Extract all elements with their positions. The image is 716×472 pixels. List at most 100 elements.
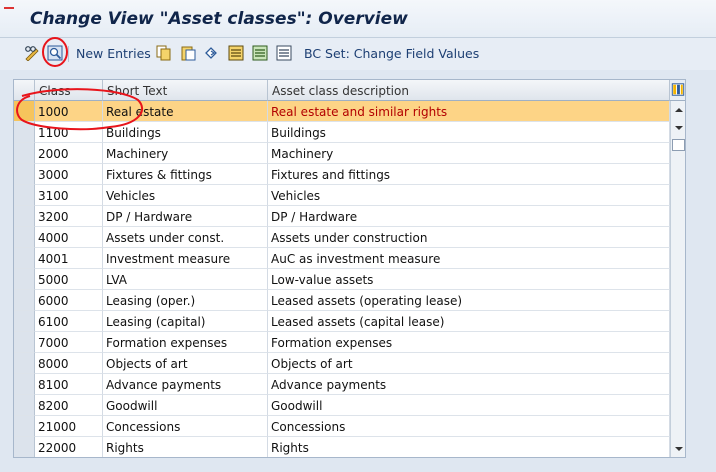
cell-class[interactable]: 22000 xyxy=(35,437,103,457)
table-row[interactable]: 6100 Leasing (capital) Leased assets (capi… xyxy=(14,311,670,332)
table-row[interactable]: 3100 Vehicles Vehicles xyxy=(14,185,670,206)
row-selector[interactable] xyxy=(14,395,35,416)
cell-short-text[interactable]: Advance payments xyxy=(103,374,268,395)
display-change-icon[interactable] xyxy=(24,45,40,61)
cell-class[interactable]: 1000 xyxy=(35,101,103,122)
paste-icon[interactable] xyxy=(180,45,196,61)
header-class[interactable]: Class xyxy=(35,80,103,101)
table-row[interactable]: 8000 Objects of art Objects of art xyxy=(14,353,670,374)
cell-class[interactable]: 4000 xyxy=(35,227,103,248)
cell-description[interactable]: Formation expenses xyxy=(268,332,670,353)
header-description[interactable]: Asset class description xyxy=(268,80,670,101)
row-selector[interactable] xyxy=(14,185,35,206)
cell-class[interactable]: 21000 xyxy=(35,416,103,437)
cell-description[interactable]: Fixtures and fittings xyxy=(268,164,670,185)
cell-class[interactable]: 8100 xyxy=(35,374,103,395)
scroll-bottom-down-icon[interactable] xyxy=(674,444,684,454)
cell-short-text[interactable]: Fixtures & fittings xyxy=(103,164,268,185)
header-short-text[interactable]: Short Text xyxy=(103,80,268,101)
table-row[interactable]: 2000 Machinery Machinery xyxy=(14,143,670,164)
cell-description[interactable]: Leased assets (capital lease) xyxy=(268,311,670,332)
cell-description[interactable]: Goodwill xyxy=(268,395,670,416)
cell-class[interactable]: 3100 xyxy=(35,185,103,206)
table-row[interactable]: 4001 Investment measure AuC as investment … xyxy=(14,248,670,269)
cell-short-text[interactable]: Buildings xyxy=(103,122,268,143)
cell-short-text[interactable]: Rights xyxy=(103,437,268,457)
cell-short-text[interactable]: Concessions xyxy=(103,416,268,437)
table-row[interactable]: 3000 Fixtures & fittings Fixtures and fitt… xyxy=(14,164,670,185)
table-row[interactable]: 8100 Advance payments Advance payments xyxy=(14,374,670,395)
table-row[interactable]: 7000 Formation expenses Formation expenses xyxy=(14,332,670,353)
cell-description[interactable]: Advance payments xyxy=(268,374,670,395)
cell-class[interactable]: 7000 xyxy=(35,332,103,353)
cell-class[interactable]: 3000 xyxy=(35,164,103,185)
scroll-thumb[interactable] xyxy=(672,139,685,151)
cell-short-text[interactable]: Machinery xyxy=(103,143,268,164)
bc-set-button[interactable]: BC Set: Change Field Values xyxy=(304,46,479,61)
cell-description[interactable]: Vehicles xyxy=(268,185,670,206)
table-row[interactable]: 1100 Buildings Buildings xyxy=(14,122,670,143)
cell-class[interactable]: 6100 xyxy=(35,311,103,332)
row-selector[interactable] xyxy=(14,269,35,290)
select-all-icon[interactable] xyxy=(228,45,244,61)
row-selector[interactable] xyxy=(14,437,35,457)
cell-description[interactable]: Machinery xyxy=(268,143,670,164)
cell-class[interactable]: 6000 xyxy=(35,290,103,311)
cell-class[interactable]: 3200 xyxy=(35,206,103,227)
deselect-all-icon[interactable] xyxy=(276,45,292,61)
cell-class[interactable]: 4001 xyxy=(35,248,103,269)
cell-short-text[interactable]: Leasing (oper.) xyxy=(103,290,268,311)
cell-short-text[interactable]: Investment measure xyxy=(103,248,268,269)
table-row[interactable]: 22000 Rights Rights xyxy=(14,437,670,457)
cell-description[interactable]: AuC as investment measure xyxy=(268,248,670,269)
row-selector[interactable] xyxy=(14,416,35,437)
cell-description[interactable]: DP / Hardware xyxy=(268,206,670,227)
copy-icon[interactable] xyxy=(156,45,172,61)
table-row[interactable]: 3200 DP / Hardware DP / Hardware xyxy=(14,206,670,227)
cell-class[interactable]: 1100 xyxy=(35,122,103,143)
row-selector[interactable] xyxy=(14,227,35,248)
select-block-icon[interactable] xyxy=(252,45,268,61)
row-selector[interactable] xyxy=(14,374,35,395)
details-icon[interactable] xyxy=(47,45,63,61)
cell-class[interactable]: 8000 xyxy=(35,353,103,374)
vertical-scrollbar[interactable] xyxy=(670,101,685,457)
row-selector[interactable] xyxy=(14,143,35,164)
cell-description[interactable]: Concessions xyxy=(268,416,670,437)
scroll-down-icon[interactable] xyxy=(674,123,684,133)
table-row[interactable]: 4000 Assets under const. Assets under cons… xyxy=(14,227,670,248)
cell-short-text[interactable]: LVA xyxy=(103,269,268,290)
cell-short-text[interactable]: Objects of art xyxy=(103,353,268,374)
table-row[interactable]: 1000 Real estate Real estate and similar r… xyxy=(14,101,670,122)
row-selector[interactable] xyxy=(14,206,35,227)
row-selector[interactable] xyxy=(14,353,35,374)
cell-description[interactable]: Buildings xyxy=(268,122,670,143)
cell-short-text[interactable]: Real estate xyxy=(103,101,268,122)
cell-class[interactable]: 8200 xyxy=(35,395,103,416)
table-row[interactable]: 5000 LVA Low-value assets xyxy=(14,269,670,290)
cell-description[interactable]: Rights xyxy=(268,437,670,457)
scroll-up-icon[interactable] xyxy=(674,105,684,115)
new-entries-button[interactable]: New Entries xyxy=(76,46,151,61)
cell-description[interactable]: Low-value assets xyxy=(268,269,670,290)
cell-short-text[interactable]: Vehicles xyxy=(103,185,268,206)
row-selector[interactable] xyxy=(14,311,35,332)
cell-description[interactable]: Assets under construction xyxy=(268,227,670,248)
cell-description[interactable]: Leased assets (operating lease) xyxy=(268,290,670,311)
table-row[interactable]: 8200 Goodwill Goodwill xyxy=(14,395,670,416)
row-selector[interactable] xyxy=(14,164,35,185)
cell-short-text[interactable]: Leasing (capital) xyxy=(103,311,268,332)
cell-short-text[interactable]: Formation expenses xyxy=(103,332,268,353)
cell-class[interactable]: 5000 xyxy=(35,269,103,290)
undo-icon[interactable] xyxy=(203,45,219,61)
cell-description[interactable]: Real estate and similar rights xyxy=(268,101,670,122)
column-settings-icon[interactable] xyxy=(670,80,686,101)
row-selector[interactable] xyxy=(14,122,35,143)
table-row[interactable]: 21000 Concessions Concessions xyxy=(14,416,670,437)
cell-short-text[interactable]: DP / Hardware xyxy=(103,206,268,227)
row-selector[interactable] xyxy=(14,101,35,122)
table-row[interactable]: 6000 Leasing (oper.) Leased assets (operat… xyxy=(14,290,670,311)
cell-description[interactable]: Objects of art xyxy=(268,353,670,374)
row-selector[interactable] xyxy=(14,290,35,311)
header-select-all[interactable] xyxy=(14,80,35,101)
